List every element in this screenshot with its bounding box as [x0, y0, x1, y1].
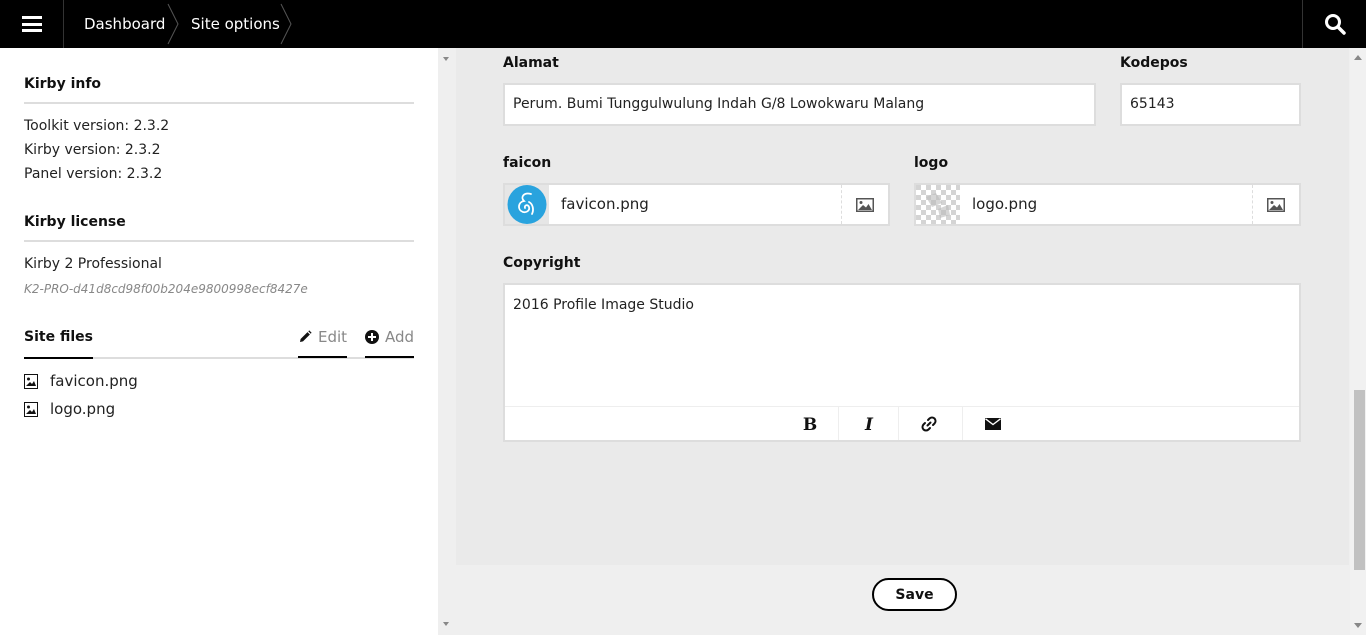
logo-label: logo — [914, 155, 949, 171]
envelope-icon — [984, 417, 1001, 430]
logo-file-field[interactable]: logo.png — [914, 183, 1301, 226]
top-bar: Dashboard Site options — [0, 0, 1366, 48]
license-key: K2-PRO-d41d8cd98f00b204e9800998ecf8427e — [24, 282, 308, 296]
kirby-info-heading: Kirby info — [24, 76, 414, 104]
breadcrumb-dashboard[interactable]: Dashboard — [84, 0, 165, 48]
license-name: Kirby 2 Professional — [24, 256, 162, 272]
file-item-logo[interactable]: logo.png — [24, 400, 115, 418]
scroll-arrows-icon — [443, 57, 449, 626]
logo-filename: logo.png — [972, 195, 1038, 213]
image-icon — [856, 197, 874, 212]
file-name: favicon.png — [50, 372, 138, 390]
save-button[interactable]: Save — [872, 578, 957, 611]
alamat-input[interactable]: Perum. Bumi Tunggulwulung Indah G/8 Lowo… — [503, 83, 1096, 126]
breadcrumb-separator-icon — [167, 3, 179, 45]
kodepos-input[interactable]: 65143 — [1120, 83, 1301, 126]
breadcrumb-separator-icon — [280, 3, 292, 45]
site-files-heading: Site files — [24, 329, 93, 359]
editor-toolbar: B I — [505, 406, 1299, 440]
kodepos-label: Kodepos — [1120, 55, 1188, 71]
search-button[interactable] — [1302, 0, 1366, 48]
image-icon — [1267, 197, 1285, 212]
logo-picker-button[interactable] — [1252, 185, 1299, 224]
faicon-filename: favicon.png — [561, 195, 649, 213]
copyright-text: 2016 Profile Image Studio — [513, 297, 694, 313]
favicon-thumbnail-icon — [505, 185, 549, 224]
scroll-up-icon[interactable] — [1354, 55, 1362, 60]
main-panel: Alamat Perum. Bumi Tunggulwulung Indah G… — [438, 48, 1366, 635]
svg-text:B: B — [803, 416, 817, 432]
hamburger-icon — [21, 16, 42, 32]
site-files-header: Site files Edit Add — [24, 328, 415, 359]
faicon-label: faicon — [503, 155, 552, 171]
scroll-down-icon[interactable] — [1354, 623, 1362, 628]
kirby-version: Kirby version: 2.3.2 — [24, 142, 161, 158]
copyright-label: Copyright — [503, 255, 581, 271]
email-button[interactable] — [962, 407, 1022, 440]
file-name: logo.png — [50, 400, 116, 418]
panel-version: Panel version: 2.3.2 — [24, 166, 163, 182]
link-icon — [920, 415, 937, 432]
add-file-button[interactable]: Add — [365, 328, 415, 358]
image-file-icon — [24, 373, 38, 389]
search-icon — [1324, 14, 1346, 35]
copyright-textarea[interactable]: 2016 Profile Image Studio B I — [503, 283, 1301, 442]
edit-label: Edit — [318, 328, 348, 346]
menu-button[interactable] — [0, 0, 64, 48]
sidebar: Kirby info Toolkit version: 2.3.2 Kirby … — [0, 48, 438, 635]
svg-text:I: I — [864, 416, 874, 432]
toolkit-version: Toolkit version: 2.3.2 — [24, 118, 170, 134]
form: Alamat Perum. Bumi Tunggulwulung Indah G… — [456, 48, 1349, 565]
faicon-file-field[interactable]: favicon.png — [503, 183, 890, 226]
alamat-label: Alamat — [503, 55, 559, 71]
kirby-license-heading: Kirby license — [24, 214, 414, 242]
file-item-favicon[interactable]: favicon.png — [24, 372, 138, 390]
scrollbar-thumb[interactable] — [1354, 390, 1365, 570]
link-button[interactable] — [898, 407, 958, 440]
breadcrumb-site-options[interactable]: Site options — [191, 0, 280, 48]
pencil-icon — [300, 330, 312, 342]
italic-icon: I — [864, 416, 874, 432]
faicon-picker-button[interactable] — [841, 185, 888, 224]
add-label: Add — [385, 328, 415, 346]
main-scrollbar[interactable] — [1350, 48, 1366, 635]
bold-button[interactable]: B — [780, 407, 840, 440]
bold-icon: B — [803, 416, 817, 432]
italic-button[interactable]: I — [838, 407, 898, 440]
logo-thumbnail-icon — [916, 185, 960, 224]
image-file-icon — [24, 401, 38, 417]
edit-files-button[interactable]: Edit — [298, 328, 348, 358]
plus-circle-icon — [365, 330, 379, 344]
